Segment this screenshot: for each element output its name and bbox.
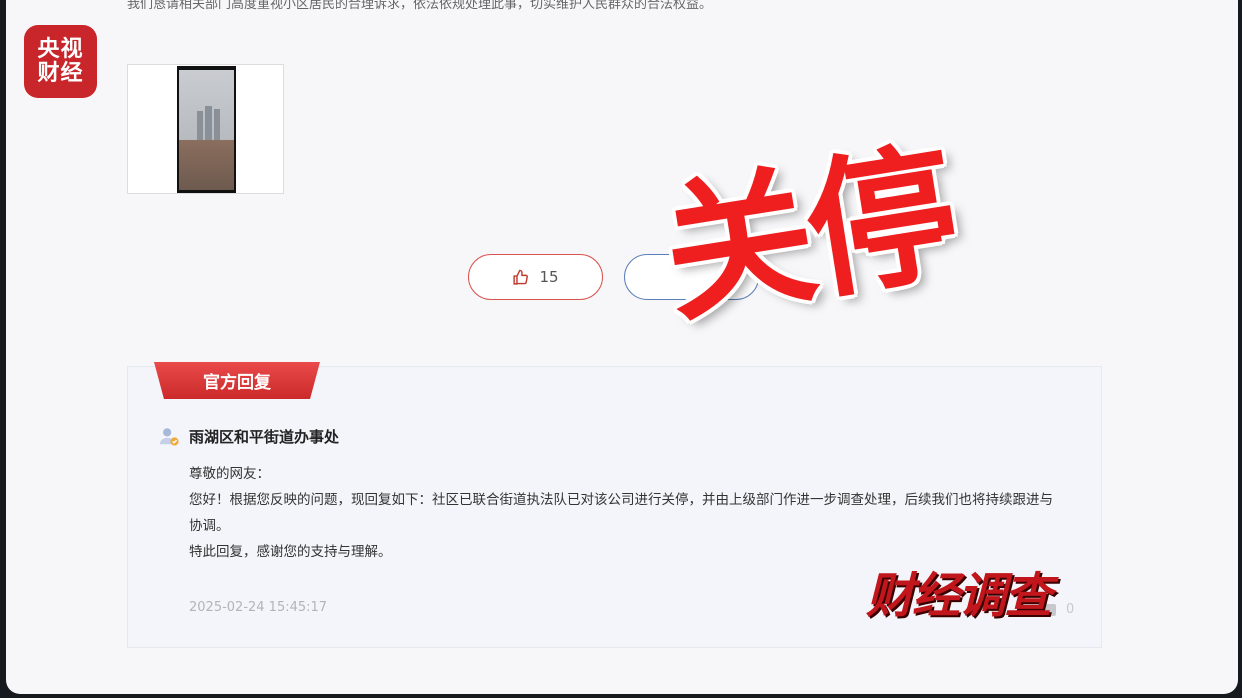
reply-timestamp: 2025-02-24 15:45:17 bbox=[189, 600, 328, 615]
program-logo: 财经调查 bbox=[866, 568, 1052, 624]
official-reply-tag: 官方回复 bbox=[154, 362, 320, 399]
article-text: 我们恳请相关部门高度重视小区居民的合理诉求，依法依规处理此事，切实维护人民群众的… bbox=[127, 0, 713, 12]
headline-overlay: 关停 bbox=[652, 127, 964, 345]
thumbs-up-icon bbox=[513, 269, 529, 285]
reply-greeting: 尊敬的网友： bbox=[189, 466, 270, 482]
screen: 我们恳请相关部门高度重视小区居民的合理诉求，依法依规处理此事，切实维护人民群众的… bbox=[6, 0, 1238, 694]
video-thumbnail[interactable] bbox=[127, 64, 284, 194]
org-name: 雨湖区和平街道办事处 bbox=[189, 427, 340, 446]
comment-count: 0 bbox=[1066, 602, 1075, 617]
reply-author: 雨湖区和平街道办事处 bbox=[158, 425, 339, 447]
logo-line1: 央视 bbox=[37, 36, 84, 62]
video-frame bbox=[177, 66, 236, 193]
reply-content: 您好！根据您反映的问题，现回复如下：社区已联合街道执法队已对该公司进行关停，并由… bbox=[189, 492, 1053, 534]
reply-body: 尊敬的网友： 您好！根据您反映的问题，现回复如下：社区已联合街道执法队已对该公司… bbox=[189, 461, 1059, 565]
logo-line2: 财经 bbox=[37, 60, 84, 86]
verified-user-icon bbox=[159, 428, 179, 446]
like-button[interactable]: 15 bbox=[468, 254, 603, 300]
channel-logo: 央视 财经 bbox=[24, 25, 97, 98]
like-count: 15 bbox=[539, 268, 559, 286]
